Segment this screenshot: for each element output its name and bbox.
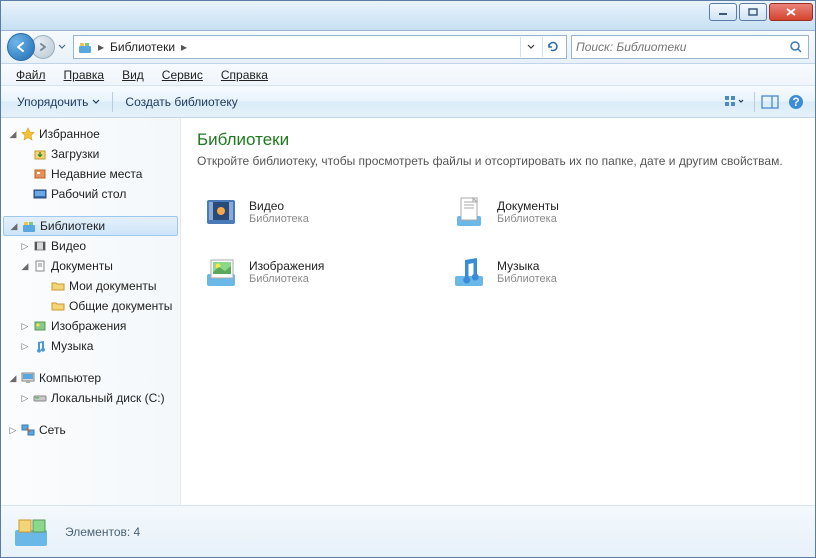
svg-text:?: ? — [792, 95, 799, 109]
sidebar-libraries[interactable]: ◢ Библиотеки — [3, 216, 178, 236]
menu-tools[interactable]: Сервис — [153, 66, 212, 84]
library-item-pictures[interactable]: Изображения Библиотека — [197, 248, 445, 296]
chevron-down-icon — [92, 98, 100, 106]
documents-icon — [449, 192, 489, 232]
libraries-icon — [76, 38, 94, 56]
breadcrumb-root[interactable]: Библиотеки — [106, 36, 179, 58]
music-icon — [31, 338, 49, 354]
breadcrumb-dropdown[interactable] — [520, 37, 540, 57]
pictures-icon — [201, 252, 241, 292]
sidebar-my-documents[interactable]: · Мои документы — [1, 276, 180, 296]
sidebar[interactable]: ◢ Избранное · Загрузки · Недавние места … — [1, 118, 181, 505]
expander-icon[interactable]: ▷ — [7, 425, 19, 436]
menu-edit[interactable]: Правка — [55, 66, 114, 84]
sidebar-pictures[interactable]: ▷ Изображения — [1, 316, 180, 336]
content-pane[interactable]: Библиотеки Откройте библиотеку, чтобы пр… — [181, 118, 815, 505]
recent-icon — [31, 166, 49, 182]
minimize-button[interactable] — [709, 3, 737, 21]
libraries-group: ◢ Библиотеки ▷ Видео ◢ Документы · — [1, 216, 180, 356]
expander-icon[interactable]: ▷ — [19, 393, 31, 404]
expander-icon[interactable]: ◢ — [7, 129, 19, 140]
view-options-button[interactable] — [716, 90, 752, 114]
sidebar-recent[interactable]: · Недавние места — [1, 164, 180, 184]
help-button[interactable]: ? — [783, 90, 809, 114]
network-icon — [19, 422, 37, 438]
menu-file[interactable]: Файл — [7, 66, 55, 84]
video-icon — [201, 192, 241, 232]
star-icon — [19, 126, 37, 142]
desktop-icon — [31, 186, 49, 202]
chevron-right-icon[interactable]: ▸ — [96, 40, 106, 54]
close-button[interactable] — [769, 3, 813, 21]
libraries-icon — [20, 218, 38, 234]
expander-icon[interactable]: ▷ — [19, 341, 31, 352]
libraries-large-icon — [9, 514, 53, 550]
history-dropdown[interactable] — [55, 37, 69, 57]
create-library-button[interactable]: Создать библиотеку — [115, 91, 247, 113]
sidebar-desktop[interactable]: · Рабочий стол — [1, 184, 180, 204]
computer-icon — [19, 370, 37, 386]
sidebar-music[interactable]: ▷ Музыка — [1, 336, 180, 356]
folder-icon — [49, 298, 67, 314]
expander-icon[interactable]: ▷ — [19, 321, 31, 332]
expander-icon[interactable]: ▷ — [19, 241, 31, 252]
chevron-right-icon[interactable]: ▸ — [179, 40, 189, 54]
library-item-video[interactable]: Видео Библиотека — [197, 188, 445, 236]
computer-group: ◢ Компьютер ▷ Локальный диск (C:) — [1, 368, 180, 408]
library-grid: Видео Библиотека Документы Библиотека — [197, 188, 799, 296]
sidebar-computer[interactable]: ◢ Компьютер — [1, 368, 180, 388]
expander-icon[interactable]: ◢ — [7, 373, 19, 384]
sidebar-network[interactable]: ▷ Сеть — [1, 420, 180, 440]
titlebar — [1, 1, 815, 31]
organize-button[interactable]: Упорядочить — [7, 91, 110, 113]
nav-back-forward — [7, 33, 69, 61]
toolbar: Упорядочить Создать библиотеку ? — [1, 86, 815, 118]
maximize-button[interactable] — [739, 3, 767, 21]
preview-pane-button[interactable] — [757, 90, 783, 114]
search-input[interactable] — [576, 40, 788, 54]
sidebar-public-documents[interactable]: · Общие документы — [1, 296, 180, 316]
nav-row: ▸ Библиотеки ▸ — [1, 31, 815, 64]
content-title: Библиотеки — [197, 130, 799, 150]
music-icon — [449, 252, 489, 292]
favorites-group: ◢ Избранное · Загрузки · Недавние места … — [1, 124, 180, 204]
folder-icon — [49, 278, 67, 294]
documents-icon — [31, 258, 49, 274]
body: ◢ Избранное · Загрузки · Недавние места … — [1, 118, 815, 505]
menubar: Файл Правка Вид Сервис Справка — [1, 64, 815, 86]
disk-icon — [31, 390, 49, 406]
library-item-music[interactable]: Музыка Библиотека — [445, 248, 693, 296]
sidebar-video[interactable]: ▷ Видео — [1, 236, 180, 256]
video-icon — [31, 238, 49, 254]
expander-icon[interactable]: ◢ — [8, 221, 20, 232]
sidebar-favorites[interactable]: ◢ Избранное — [1, 124, 180, 144]
sidebar-local-disk[interactable]: ▷ Локальный диск (C:) — [1, 388, 180, 408]
search-box[interactable] — [571, 35, 809, 59]
pictures-icon — [31, 318, 49, 334]
search-icon[interactable] — [788, 39, 804, 55]
network-group: ▷ Сеть — [1, 420, 180, 440]
downloads-icon — [31, 146, 49, 162]
menu-view[interactable]: Вид — [113, 66, 153, 84]
back-button[interactable] — [7, 33, 35, 61]
status-count: Элементов: 4 — [65, 525, 140, 539]
menu-help[interactable]: Справка — [212, 66, 277, 84]
sidebar-downloads[interactable]: · Загрузки — [1, 144, 180, 164]
sidebar-documents[interactable]: ◢ Документы — [1, 256, 180, 276]
expander-icon[interactable]: ◢ — [19, 261, 31, 272]
library-item-documents[interactable]: Документы Библиотека — [445, 188, 693, 236]
explorer-window: ▸ Библиотеки ▸ Файл Правка Вид Сервис — [0, 0, 816, 558]
statusbar: Элементов: 4 — [1, 505, 815, 557]
content-subtitle: Откройте библиотеку, чтобы просмотреть ф… — [197, 154, 799, 168]
refresh-button[interactable] — [542, 37, 562, 57]
breadcrumb-bar[interactable]: ▸ Библиотеки ▸ — [73, 35, 567, 59]
window-controls — [709, 3, 813, 21]
